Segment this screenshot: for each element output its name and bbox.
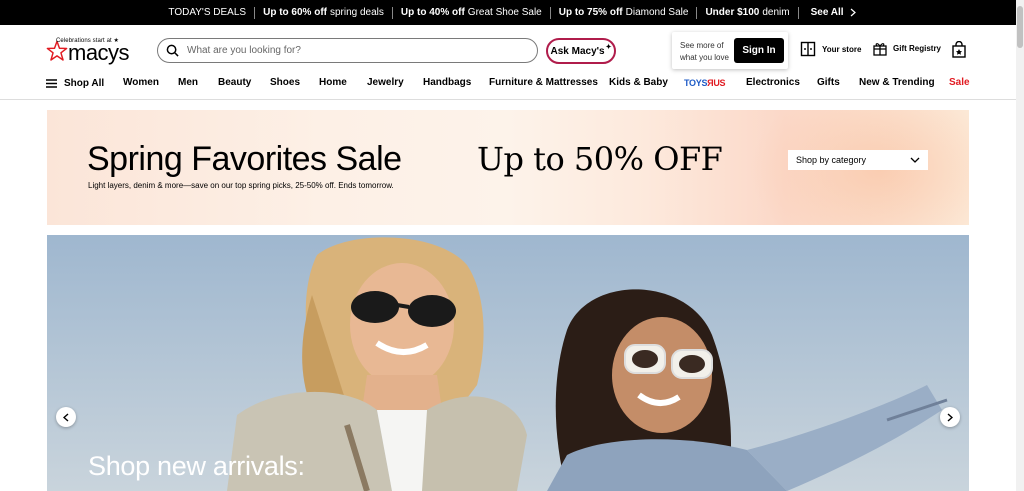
promo-bold: Up to 40% off (400, 7, 465, 18)
search-bar[interactable] (157, 38, 538, 63)
see-all-link[interactable]: See All (799, 7, 856, 18)
gift-icon (873, 43, 887, 56)
search-icon (166, 44, 179, 57)
gift-registry-label: Gift Registry (893, 44, 942, 53)
promo-text: TODAY'S DEALS (168, 7, 247, 18)
main-nav: Shop All Women Men Beauty Shoes Home Jew… (0, 73, 1016, 100)
chevron-right-icon (947, 412, 953, 422)
nav-handbags[interactable]: Handbags (423, 77, 471, 88)
promo-bold: Up to 75% off (558, 7, 623, 18)
your-store-label: Your store (822, 44, 862, 54)
signin-prompt-line1: See more of (680, 41, 724, 50)
nav-beauty[interactable]: Beauty (218, 77, 251, 88)
promo-bold: Up to 60% off (263, 7, 327, 18)
promo-todays-deals[interactable]: TODAY'S DEALS (160, 7, 254, 18)
nav-kids-baby[interactable]: Kids & Baby (609, 77, 668, 88)
promo-shoe-sale[interactable]: Up to 40% off Great Shoe Sale (393, 7, 550, 18)
banner-subtitle: Light layers, denim & more—save on our t… (88, 181, 394, 190)
gift-registry-link[interactable]: Gift Registry (873, 41, 941, 56)
nav-women[interactable]: Women (123, 77, 159, 88)
promo-bold: Under $100 (705, 7, 760, 18)
promo-spring-deals[interactable]: Up to 60% off spring deals (255, 7, 392, 18)
sparkle-icon: ✦ (605, 44, 612, 51)
shop-by-category-dropdown[interactable]: Shop by category (788, 150, 928, 170)
page: TODAY'S DEALS Up to 60% off spring deals… (0, 0, 1024, 491)
signin-prompt: See more of what you love (680, 40, 729, 64)
banner-title: Spring Favorites Sale (87, 140, 402, 178)
promo-text: Great Shoe Sale (467, 7, 542, 18)
hero-carousel[interactable]: Shop new arrivals: (47, 235, 969, 491)
store-icon (800, 41, 816, 57)
ask-macys-button[interactable]: Ask Macy's ✦ (546, 38, 616, 64)
scrollbar-thumb[interactable] (1017, 6, 1023, 48)
nav-gifts[interactable]: Gifts (817, 77, 840, 88)
nav-electronics[interactable]: Electronics (746, 77, 800, 88)
your-store-link[interactable]: Your store (800, 41, 861, 57)
nav-sale[interactable]: Sale (949, 77, 970, 88)
sign-in-button[interactable]: Sign In (734, 38, 784, 63)
see-all-label: See All (810, 7, 844, 18)
nav-new-trending[interactable]: New & Trending (859, 77, 935, 88)
header: Celebrations start at ★ macys Ask Macy's… (0, 25, 1016, 73)
promo-text: spring deals (329, 7, 384, 18)
shopping-bag-icon[interactable] (952, 40, 966, 63)
promo-denim[interactable]: Under $100 denim (697, 7, 797, 18)
page-scrollbar[interactable] (1016, 0, 1024, 491)
signin-prompt-line2: what you love (680, 53, 729, 62)
promo-text: denim (762, 7, 790, 18)
nav-men[interactable]: Men (178, 77, 198, 88)
hero-title: Shop new arrivals: (88, 451, 305, 481)
promo-bar: TODAY'S DEALS Up to 60% off spring deals… (0, 0, 1016, 25)
shop-by-category-label: Shop by category (796, 155, 867, 165)
promo-banner[interactable]: Spring Favorites Sale Up to 50% OFF Ligh… (47, 110, 969, 225)
shop-all-menu[interactable]: Shop All (46, 78, 104, 89)
nav-home[interactable]: Home (319, 77, 347, 88)
carousel-next-button[interactable] (940, 407, 960, 427)
search-input[interactable] (187, 45, 517, 56)
nav-jewelry[interactable]: Jewelry (367, 77, 404, 88)
banner-offer: Up to 50% OFF (477, 140, 723, 178)
shop-all-label: Shop All (64, 78, 105, 89)
chevron-left-icon (63, 412, 69, 422)
macys-logo[interactable]: Celebrations start at ★ macys (46, 37, 138, 65)
ask-macys-label: Ask Macy's (550, 45, 605, 57)
nav-toys-r-us[interactable]: TOYSЯUS (684, 78, 726, 88)
logo-wordmark: macys (68, 40, 130, 65)
hamburger-menu-icon (46, 79, 57, 88)
nav-furniture-mattresses[interactable]: Furniture & Mattresses (489, 77, 598, 88)
nav-shoes[interactable]: Shoes (270, 77, 300, 88)
promo-diamond-sale[interactable]: Up to 75% off Diamond Sale (551, 7, 697, 18)
chevron-down-icon (910, 157, 920, 163)
promo-text: Diamond Sale (625, 7, 689, 18)
chevron-right-icon (850, 8, 856, 17)
carousel-prev-button[interactable] (56, 407, 76, 427)
signin-popover: See more of what you love Sign In (672, 32, 788, 69)
